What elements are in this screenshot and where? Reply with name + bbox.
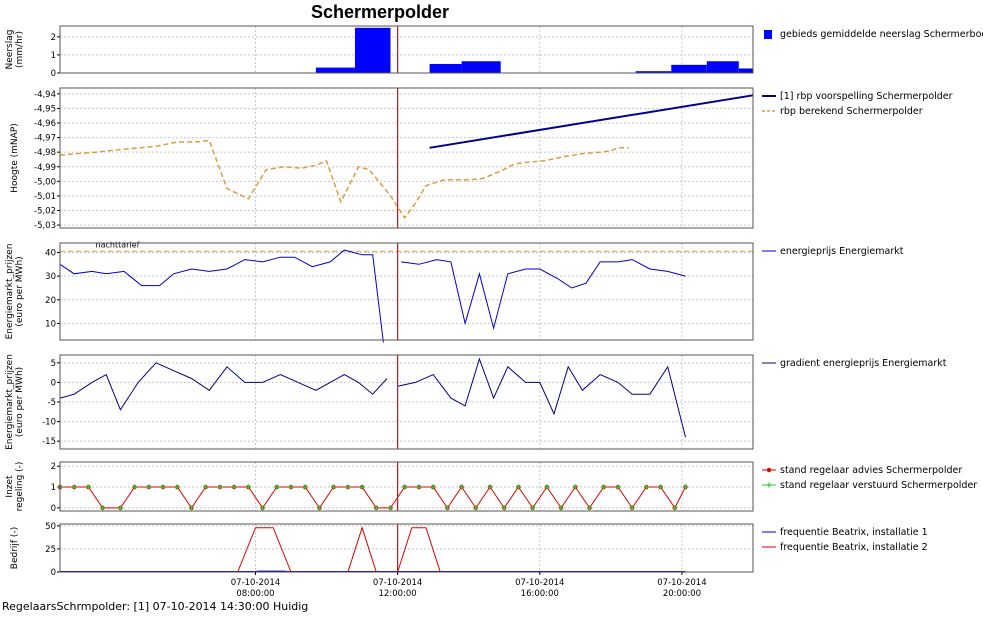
ylabel-text: (euro per MWh) (15, 256, 25, 326)
series-line (429, 94, 754, 149)
series-line (397, 357, 686, 438)
ytick-label: -4,94 (34, 90, 56, 100)
panel-frame (59, 523, 754, 573)
marker-point (71, 484, 77, 490)
xtick-label: 07-10-2014 (231, 578, 280, 588)
rain-bar (738, 68, 753, 73)
ytick-label: 10 (45, 319, 56, 329)
ytick-label: 40 (45, 248, 56, 258)
ytick-label: -5,00 (34, 177, 56, 187)
rain-bar (671, 64, 707, 73)
series-line (60, 526, 686, 573)
ytick-label: 2 (51, 33, 56, 43)
legend-swatch (766, 467, 772, 473)
xtick-label: 07-10-2014 (657, 578, 706, 588)
series-line (60, 486, 686, 509)
ytick-label: 20 (45, 296, 56, 306)
ylabel-text: Inzet (5, 475, 15, 498)
ytick-label: 1 (51, 51, 56, 61)
marker-point (217, 484, 223, 490)
marker-point (160, 484, 166, 490)
ylabel-text: regeling (-) (15, 462, 25, 512)
ylabel-text: Bedrijf (-) (10, 527, 20, 569)
rain-bar (429, 63, 462, 73)
ylabel-text: Energiemarkt_prijzen (5, 354, 15, 450)
ytick-label: 30 (45, 272, 56, 282)
ytick-label: -4,95 (34, 104, 56, 114)
ytick-label: 2 (51, 462, 56, 472)
ytick-label: -4,96 (34, 119, 56, 129)
panel-frame (59, 87, 754, 229)
ytick-label: 0 (51, 378, 56, 388)
ytick-label: 0 (51, 69, 56, 79)
marker-point (146, 484, 152, 490)
xtick-label: 07-10-2014 (515, 578, 564, 588)
legend-label: gebieds gemiddelde neerslag Schermerboez… (780, 29, 983, 40)
marker-point (231, 484, 237, 490)
ytick-label: -5,03 (34, 221, 56, 231)
legend-label: [1] rbp voorspelling Schermerpolder (780, 91, 953, 102)
ytick-label: -5 (48, 398, 56, 408)
ytick-label: 0 (51, 504, 56, 514)
legend-label: rbp berekend Schermerpolder (780, 106, 923, 117)
legend-label: frequentie Beatrix, installatie 1 (780, 527, 928, 538)
ytick-label: 50 (45, 522, 56, 532)
legend-swatch (764, 30, 772, 39)
ytick-label: 0 (51, 568, 56, 578)
chart-canvas: 0 1 2 Neerslag (mm/hr) gebieds gemiddelde nee… (5, 25, 983, 599)
ytick-label: 25 (45, 545, 56, 555)
series-line (401, 259, 686, 331)
ytick-label: -4,98 (34, 148, 56, 158)
panel-frame (59, 242, 754, 341)
ytick-label: -15 (42, 437, 56, 447)
series-line (59, 249, 384, 343)
rain-bar (706, 61, 739, 73)
legend-label: frequentie Beatrix, installatie 2 (780, 542, 928, 553)
ytick-label: -10 (42, 418, 56, 428)
annotation-label: nachttarief (96, 241, 140, 250)
ylabel-text: (euro per MWh) (15, 367, 25, 437)
legend-label: stand regelaar advies Schermerpolder (780, 465, 962, 476)
series-line (59, 362, 388, 411)
ytick-label: -4,99 (34, 163, 56, 173)
xtick-label: 08:00:00 (236, 589, 274, 599)
marker-point (416, 484, 422, 490)
legend-label: stand regelaar verstuurd Schermerpolder (780, 480, 977, 491)
status-bar: RegelaarsSchrmpolder: [1] 07-10-2014 14:… (2, 600, 309, 613)
rain-bar (354, 27, 391, 73)
ytick-label: 5 (51, 359, 56, 369)
marker-point (682, 484, 688, 490)
ylabel-text: Hoogte (mNAP) (10, 123, 20, 193)
xtick-label: 20:00:00 (663, 589, 701, 599)
ytick-label: -4,97 (34, 134, 56, 144)
xtick-label: 12:00:00 (379, 589, 417, 599)
ylabel-text: Energiemarkt_prijzen (5, 244, 15, 340)
marker-point (345, 484, 351, 490)
rain-bar (315, 67, 355, 73)
ylabel-text: (mm/hr) (15, 31, 25, 68)
legend-swatch (766, 482, 772, 488)
legend-label: energieprijs Energiemarkt (780, 246, 904, 257)
ytick-label: 1 (51, 483, 56, 493)
panel-frame (59, 25, 754, 74)
legend-label: gradient energieprijs Energiemarkt (780, 358, 947, 369)
ytick-label: -5,02 (34, 207, 56, 217)
marker-point (288, 484, 294, 490)
rain-bar (461, 61, 501, 73)
ytick-label: -5,01 (34, 192, 56, 202)
xtick-label: 07-10-2014 (373, 578, 422, 588)
ylabel-text: Neerslag (5, 30, 15, 70)
xtick-label: 16:00:00 (521, 589, 559, 599)
